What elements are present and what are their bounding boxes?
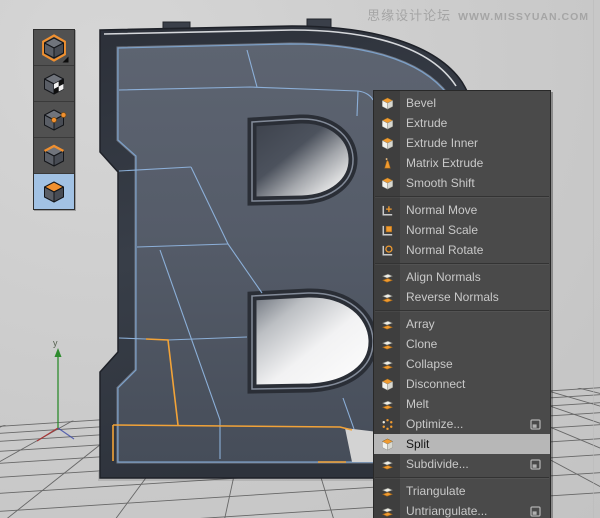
clone-icon (374, 337, 400, 352)
y-axis-arrow-icon (55, 348, 62, 357)
model-mode-cube-icon (39, 33, 69, 63)
menu-item-label: Triangulate (400, 481, 550, 501)
menu-item-label: Melt (400, 394, 550, 414)
menu-item-label: Normal Scale (400, 220, 550, 240)
menu-separator (374, 260, 550, 267)
menu-item-label: Reverse Normals (400, 287, 550, 307)
menu-item-label: Align Normals (400, 267, 550, 287)
menu-item-extrude[interactable]: Extrude (374, 113, 550, 133)
menu-item-optimize[interactable]: Optimize... (374, 414, 550, 434)
watermark-cn-text: 思缘设计论坛 (367, 8, 451, 23)
tool-model-mode-button[interactable] (34, 30, 74, 66)
menu-item-label: Array (400, 314, 550, 334)
watermark-url-text: WWW.MISSYUAN.COM (458, 11, 589, 23)
normal-rotate-icon (374, 243, 400, 258)
menu-item-matrix-extrude[interactable]: Matrix Extrude (374, 153, 550, 173)
menu-item-label: Subdivide... (400, 454, 530, 474)
edges-mode-cube-icon (39, 141, 69, 171)
menu-item-array[interactable]: Array (374, 314, 550, 334)
watermark: 思缘设计论坛 WWW.MISSYUAN.COM (367, 5, 589, 25)
optimize-icon (374, 417, 400, 432)
menu-item-align-normals[interactable]: Align Normals (374, 267, 550, 287)
bevel-icon (374, 96, 400, 111)
y-axis-label: y (53, 338, 58, 348)
menu-item-bevel[interactable]: Bevel (374, 93, 550, 113)
tool-points-mode-button[interactable] (34, 102, 74, 138)
menu-item-normal-move[interactable]: Normal Move (374, 200, 550, 220)
tool-texture-mode-button[interactable] (34, 66, 74, 102)
menu-item-collapse[interactable]: Collapse (374, 354, 550, 374)
menu-item-smooth-shift[interactable]: Smooth Shift (374, 173, 550, 193)
menu-item-melt[interactable]: Melt (374, 394, 550, 414)
world-axis: y (37, 338, 74, 441)
mode-toolbar (33, 29, 75, 210)
menu-item-label: Split (400, 434, 550, 454)
smooth-shift-icon (374, 176, 400, 191)
menu-item-label: Normal Rotate (400, 240, 550, 260)
opens-dialog-icon (530, 459, 541, 470)
menu-item-label: Extrude (400, 113, 550, 133)
menu-item-label: Bevel (400, 93, 550, 113)
menu-item-label: Extrude Inner (400, 133, 550, 153)
letter-upper-hole (252, 119, 353, 201)
menu-separator (374, 193, 550, 200)
tool-polygons-mode-button[interactable] (34, 174, 74, 209)
menu-item-label: Untriangulate... (400, 501, 530, 518)
disconnect-icon (374, 377, 400, 392)
menu-item-label: Smooth Shift (400, 173, 550, 193)
context-menu: Bevel Extrude Extrude Inner Matrix Extru… (373, 90, 551, 518)
menu-separator (374, 474, 550, 481)
subdivide-icon (374, 457, 400, 472)
letter-lower-hole (252, 293, 373, 389)
menu-item-untriangulate[interactable]: Untriangulate... (374, 501, 550, 518)
polygons-mode-cube-icon (39, 177, 69, 207)
menu-item-extrude-inner[interactable]: Extrude Inner (374, 133, 550, 153)
menu-item-label: Matrix Extrude (400, 153, 550, 173)
viewport-3d[interactable]: y (0, 0, 600, 518)
extrude-inner-icon (374, 136, 400, 151)
align-normals-icon (374, 270, 400, 285)
menu-separator (374, 307, 550, 314)
menu-item-label: Normal Move (400, 200, 550, 220)
menu-item-disconnect[interactable]: Disconnect (374, 374, 550, 394)
melt-icon (374, 397, 400, 412)
collapse-icon (374, 357, 400, 372)
menu-item-subdivide[interactable]: Subdivide... (374, 454, 550, 474)
points-mode-cube-icon (39, 105, 69, 135)
opens-dialog-icon (530, 419, 541, 430)
matrix-extrude-icon (374, 156, 400, 171)
normal-move-icon (374, 203, 400, 218)
texture-mode-cube-icon (39, 69, 69, 99)
menu-item-clone[interactable]: Clone (374, 334, 550, 354)
viewport-edge-divider (593, 0, 594, 518)
menu-item-split[interactable]: Split (374, 434, 550, 454)
tool-edges-mode-button[interactable] (34, 138, 74, 174)
menu-item-reverse-normals[interactable]: Reverse Normals (374, 287, 550, 307)
opens-dialog-icon (530, 506, 541, 517)
menu-item-normal-rotate[interactable]: Normal Rotate (374, 240, 550, 260)
normal-scale-icon (374, 223, 400, 238)
menu-item-label: Optimize... (400, 414, 530, 434)
split-icon (374, 437, 400, 452)
menu-item-label: Clone (400, 334, 550, 354)
reverse-normals-icon (374, 290, 400, 305)
menu-item-label: Disconnect (400, 374, 550, 394)
menu-item-normal-scale[interactable]: Normal Scale (374, 220, 550, 240)
menu-item-triangulate[interactable]: Triangulate (374, 481, 550, 501)
array-icon (374, 317, 400, 332)
untriangulate-icon (374, 504, 400, 518)
menu-item-label: Collapse (400, 354, 550, 374)
extrude-icon (374, 116, 400, 131)
triangulate-icon (374, 484, 400, 499)
